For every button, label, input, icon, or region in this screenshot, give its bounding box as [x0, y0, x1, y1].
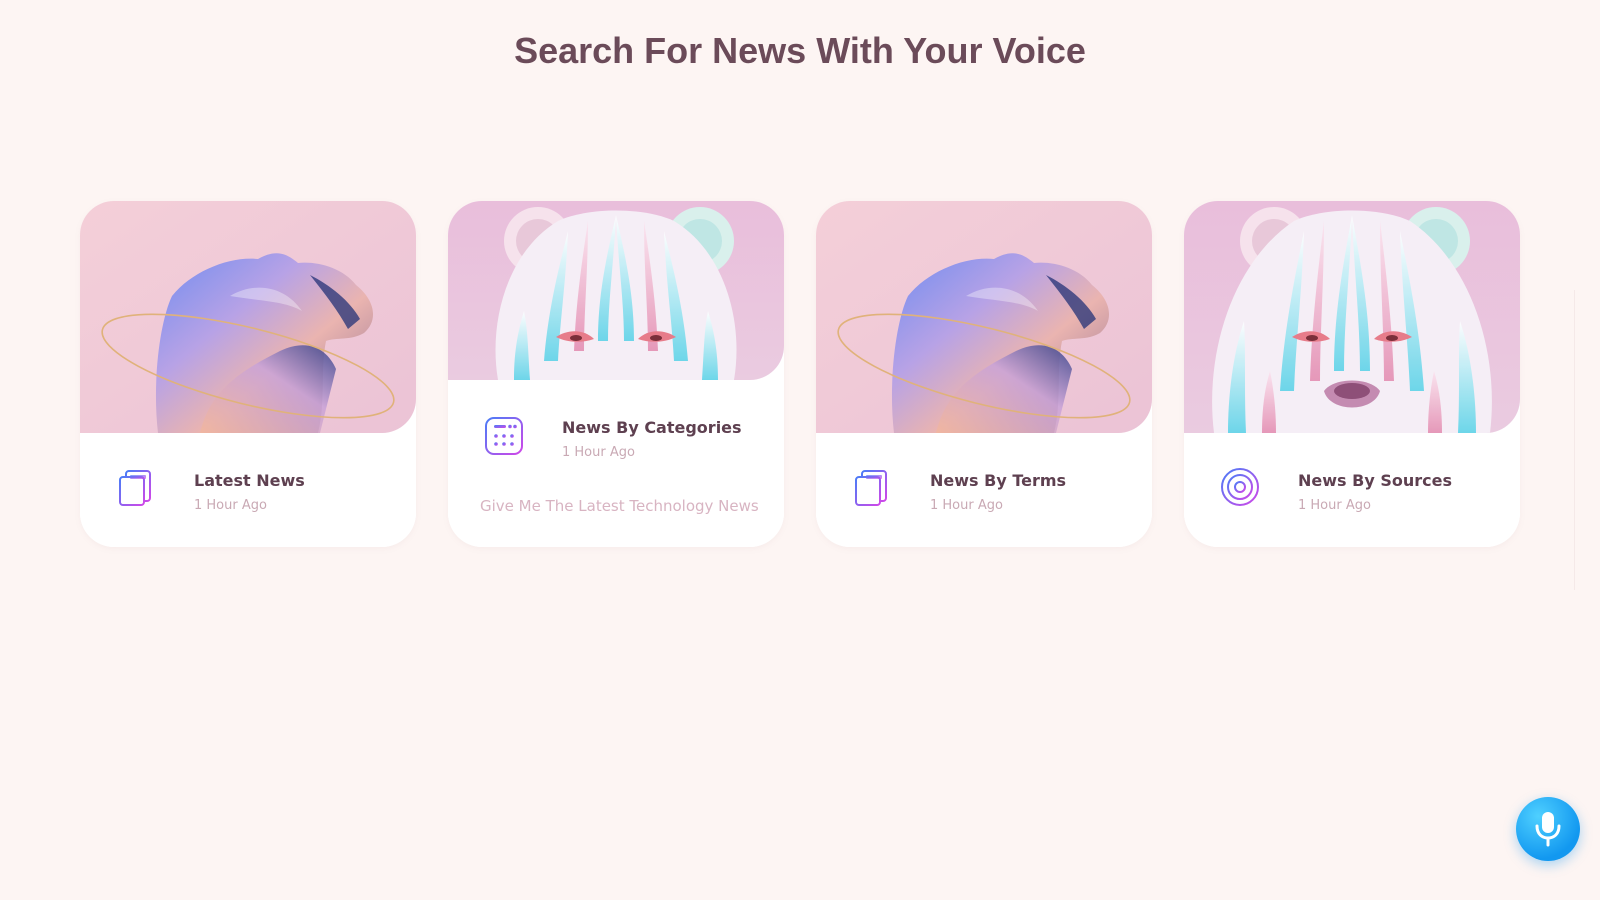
card-body: News By Sources 1 Hour Ago	[1184, 433, 1520, 547]
card-timestamp: 1 Hour Ago	[1298, 498, 1371, 513]
card-news-by-terms[interactable]: News By Terms 1 Hour Ago	[816, 201, 1152, 547]
calculator-grid-icon	[484, 416, 524, 456]
card-title: News By Sources	[1298, 471, 1452, 490]
card-news-by-categories[interactable]: News By Categories 1 Hour Ago Give Me Th…	[448, 201, 784, 547]
card-image-leopard	[816, 201, 1152, 433]
card-latest-news[interactable]: Latest News 1 Hour Ago	[80, 201, 416, 547]
side-scroll-strip	[1574, 290, 1587, 590]
card-news-by-sources[interactable]: News By Sources 1 Hour Ago	[1184, 201, 1520, 547]
microphone-icon	[1535, 812, 1561, 847]
card-timestamp: 1 Hour Ago	[562, 445, 635, 460]
card-body: Latest News 1 Hour Ago	[80, 433, 416, 547]
card-title: News By Terms	[930, 471, 1067, 490]
target-rings-icon	[1220, 467, 1260, 507]
card-timestamp: 1 Hour Ago	[194, 498, 267, 513]
document-list-icon	[116, 467, 156, 507]
card-image-bear	[448, 201, 784, 380]
document-list-icon	[852, 467, 892, 507]
card-body: News By Categories 1 Hour Ago Give Me Th…	[448, 380, 784, 547]
card-timestamp: 1 Hour Ago	[930, 498, 1003, 513]
card-image-bear	[1184, 201, 1520, 433]
voice-search-button[interactable]	[1516, 797, 1580, 861]
card-title: News By Categories	[562, 418, 742, 437]
page-title: Search For News With Your Voice	[514, 30, 1086, 71]
card-title: Latest News	[194, 471, 305, 490]
voice-query-example: Give Me The Latest Technology News	[480, 497, 759, 515]
card-image-leopard	[80, 201, 416, 433]
card-body: News By Terms 1 Hour Ago	[816, 433, 1152, 547]
